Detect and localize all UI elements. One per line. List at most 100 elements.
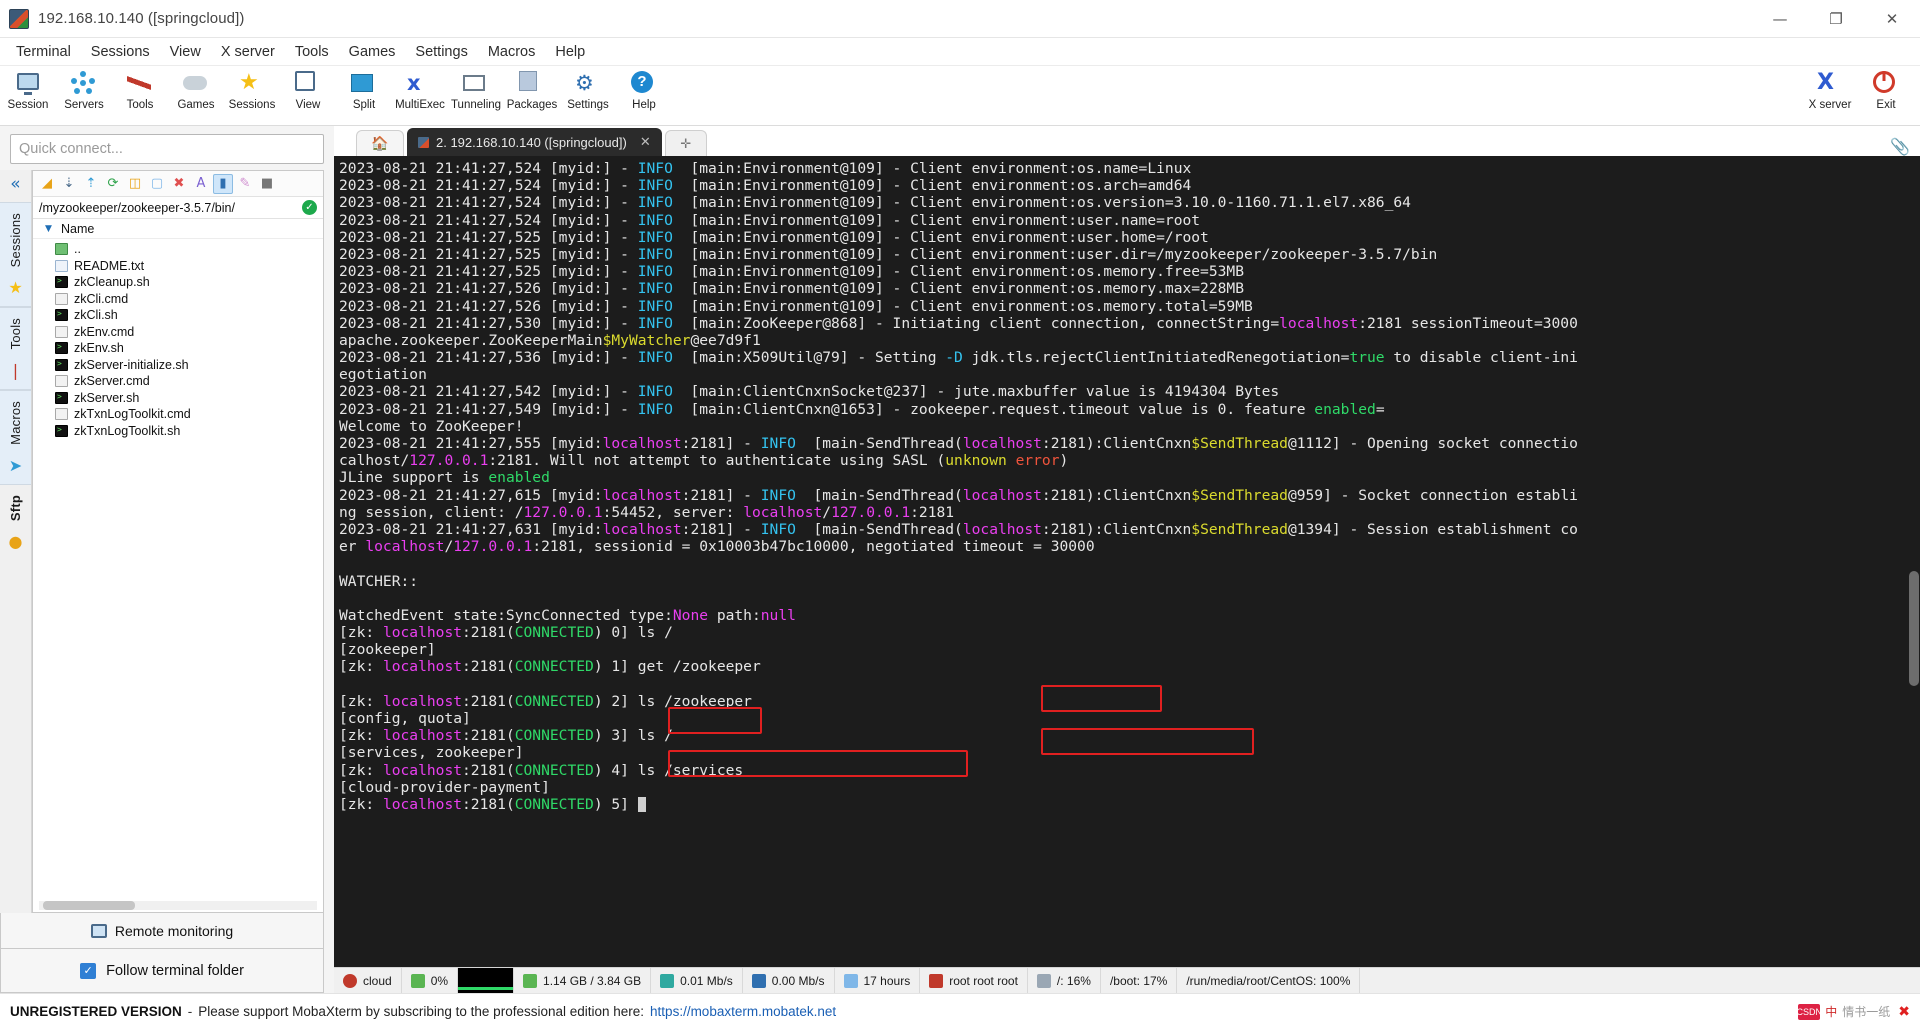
terminal-output[interactable]: 2023-08-21 21:41:27,524 [myid:] - INFO […: [334, 156, 1908, 967]
file-list-hscrollbar[interactable]: [39, 901, 317, 910]
mobaxterm-link[interactable]: https://mobaxterm.mobatek.net: [650, 1004, 836, 1019]
toolbar-settings[interactable]: ⚙ Settings: [560, 68, 616, 111]
status-host[interactable]: cloud: [334, 968, 402, 993]
toolbar-sessions[interactable]: ★ Sessions: [224, 68, 280, 112]
list-item[interactable]: zkTxnLogToolkit.sh: [33, 423, 323, 440]
status-memory[interactable]: 1.14 GB / 3.84 GB: [514, 968, 652, 993]
terminal-scrollbar[interactable]: [1908, 156, 1920, 967]
toolbar-games[interactable]: Games: [168, 68, 224, 111]
toolbar-multiexec[interactable]: x MultiExec: [392, 68, 448, 111]
lang-indicator: 中: [1825, 1005, 1838, 1019]
terminal-span: [main:Environment@109] - Client environm…: [672, 177, 1192, 195]
vtab-group-sftp[interactable]: Sftp ●: [0, 485, 31, 560]
status-disk-boot[interactable]: /boot: 17%: [1101, 968, 1178, 993]
toolbar-tunneling[interactable]: Tunneling: [448, 68, 504, 111]
status-download[interactable]: 0.00 Mb/s: [743, 968, 835, 993]
list-item[interactable]: zkCli.cmd: [33, 291, 323, 308]
minimize-button[interactable]: —: [1752, 0, 1808, 38]
menu-games[interactable]: Games: [339, 41, 406, 63]
list-item[interactable]: zkEnv.sh: [33, 340, 323, 357]
menu-help[interactable]: Help: [545, 41, 595, 63]
toolbar-tools[interactable]: Tools: [112, 68, 168, 111]
status-disk-root[interactable]: /: 16%: [1028, 968, 1101, 993]
toolbar-right-group: X X server Exit: [1802, 68, 1920, 112]
terminal-span: 2023-08-21 21:41:27,631 [myid:: [339, 520, 603, 538]
menu-tools[interactable]: Tools: [285, 41, 339, 63]
refresh-icon[interactable]: ⟳: [103, 174, 123, 194]
sidebar-tab-macros[interactable]: Macros: [6, 391, 25, 455]
toolbar-help[interactable]: ? Help: [616, 68, 672, 111]
list-item[interactable]: zkTxnLogToolkit.cmd: [33, 406, 323, 423]
binary-mode-icon[interactable]: ▮: [213, 173, 233, 194]
file-list-header[interactable]: ▼ Name: [33, 219, 323, 239]
toolbar-split[interactable]: Split: [336, 68, 392, 111]
terminal-line: 2023-08-21 21:41:27,536 [myid:] - INFO […: [339, 349, 1908, 366]
edit-icon[interactable]: ✎: [235, 174, 255, 194]
terminal-span: [main:Environment@109] - Client environm…: [672, 263, 1244, 281]
shell-file-icon: [55, 276, 68, 289]
list-item[interactable]: zkServer.sh: [33, 390, 323, 407]
list-item[interactable]: ..: [33, 241, 323, 258]
sidebar-tab-sessions[interactable]: Sessions: [6, 203, 25, 277]
tab-session[interactable]: 2. 192.168.10.140 ([springcloud]) ✕: [407, 128, 662, 156]
tab-close-icon[interactable]: ✕: [640, 135, 651, 150]
menu-sessions[interactable]: Sessions: [81, 41, 160, 63]
close-footer-icon[interactable]: ✖: [1898, 1004, 1910, 1020]
text-mode-icon[interactable]: A: [191, 174, 211, 194]
terminal-span: :2181(: [462, 658, 515, 676]
follow-terminal-folder-checkbox[interactable]: ✓: [80, 962, 97, 979]
vtab-group-sessions[interactable]: Sessions ★: [0, 202, 31, 308]
toolbar-exit[interactable]: Exit: [1858, 68, 1914, 111]
terminal-span: localhost: [602, 435, 682, 452]
maximize-button[interactable]: ❐: [1808, 0, 1864, 38]
list-item[interactable]: zkEnv.cmd: [33, 324, 323, 341]
download-icon[interactable]: ⇣: [59, 174, 79, 194]
sftp-path-bar[interactable]: /myzookeeper/zookeeper-3.5.7/bin/ ✓: [33, 197, 323, 219]
quick-connect-input[interactable]: Quick connect...: [10, 134, 324, 164]
menu-terminal[interactable]: Terminal: [6, 41, 81, 63]
new-folder-icon[interactable]: ◫: [125, 174, 145, 194]
toolbar-session[interactable]: Session: [0, 68, 56, 111]
toolbar-x-server[interactable]: X X server: [1802, 68, 1858, 112]
list-item[interactable]: zkServer.cmd: [33, 373, 323, 390]
terminal-span: [main:ZooKeeper@868] - Initiating client…: [672, 314, 1280, 332]
status-cpu[interactable]: 0%: [402, 968, 459, 993]
upload-icon[interactable]: ⇡: [81, 174, 101, 194]
terminal-span: [main-SendThread(: [795, 486, 963, 504]
terminal-span: [services, zookeeper]: [339, 744, 524, 762]
sidebar-tab-sftp[interactable]: Sftp: [6, 485, 25, 531]
list-item[interactable]: zkServer-initialize.sh: [33, 357, 323, 374]
close-button[interactable]: ✕: [1864, 0, 1920, 38]
status-disk-media[interactable]: /run/media/root/CentOS: 100%: [1177, 968, 1361, 993]
menu-macros[interactable]: Macros: [478, 41, 546, 63]
vtab-group-tools[interactable]: Tools ❘: [0, 307, 31, 390]
menu-x-server[interactable]: X server: [211, 41, 285, 63]
terminal-span: [config, quota]: [339, 710, 471, 727]
list-item[interactable]: zkCleanup.sh: [33, 274, 323, 291]
follow-terminal-folder-row[interactable]: ✓ Follow terminal folder: [0, 949, 324, 993]
terminal-line: 2023-08-21 21:41:27,615 [myid:localhost:…: [339, 487, 1908, 504]
toolbar-packages[interactable]: Packages: [504, 68, 560, 111]
toolbar-view[interactable]: View: [280, 68, 336, 111]
terminal-icon[interactable]: ■: [257, 174, 277, 194]
terminal-span: CONNECTED: [514, 727, 594, 745]
new-tab-button[interactable]: ✛: [664, 130, 707, 156]
status-users[interactable]: root root root: [920, 968, 1028, 993]
remote-monitoring-button[interactable]: Remote monitoring: [0, 913, 324, 949]
tab-home[interactable]: 🏠: [356, 130, 404, 156]
list-item[interactable]: README.txt: [33, 258, 323, 275]
delete-icon[interactable]: ✖: [169, 174, 189, 194]
status-uptime[interactable]: 17 hours: [835, 968, 921, 993]
status-upload[interactable]: 0.01 Mb/s: [651, 968, 743, 993]
upload-folder-icon[interactable]: ◢: [37, 174, 57, 194]
menu-view[interactable]: View: [160, 41, 211, 63]
sidebar-tab-tools[interactable]: Tools: [6, 308, 25, 359]
paperclip-icon[interactable]: 📎: [1890, 137, 1910, 156]
remote-monitoring-label: Remote monitoring: [114, 922, 234, 939]
menu-settings[interactable]: Settings: [405, 41, 477, 63]
toolbar-servers[interactable]: Servers: [56, 68, 112, 111]
collapse-sidebar-icon[interactable]: «: [10, 170, 20, 202]
list-item[interactable]: zkCli.sh: [33, 307, 323, 324]
vtab-group-macros[interactable]: Macros ➤: [0, 389, 31, 485]
new-file-icon[interactable]: ▢: [147, 174, 167, 194]
